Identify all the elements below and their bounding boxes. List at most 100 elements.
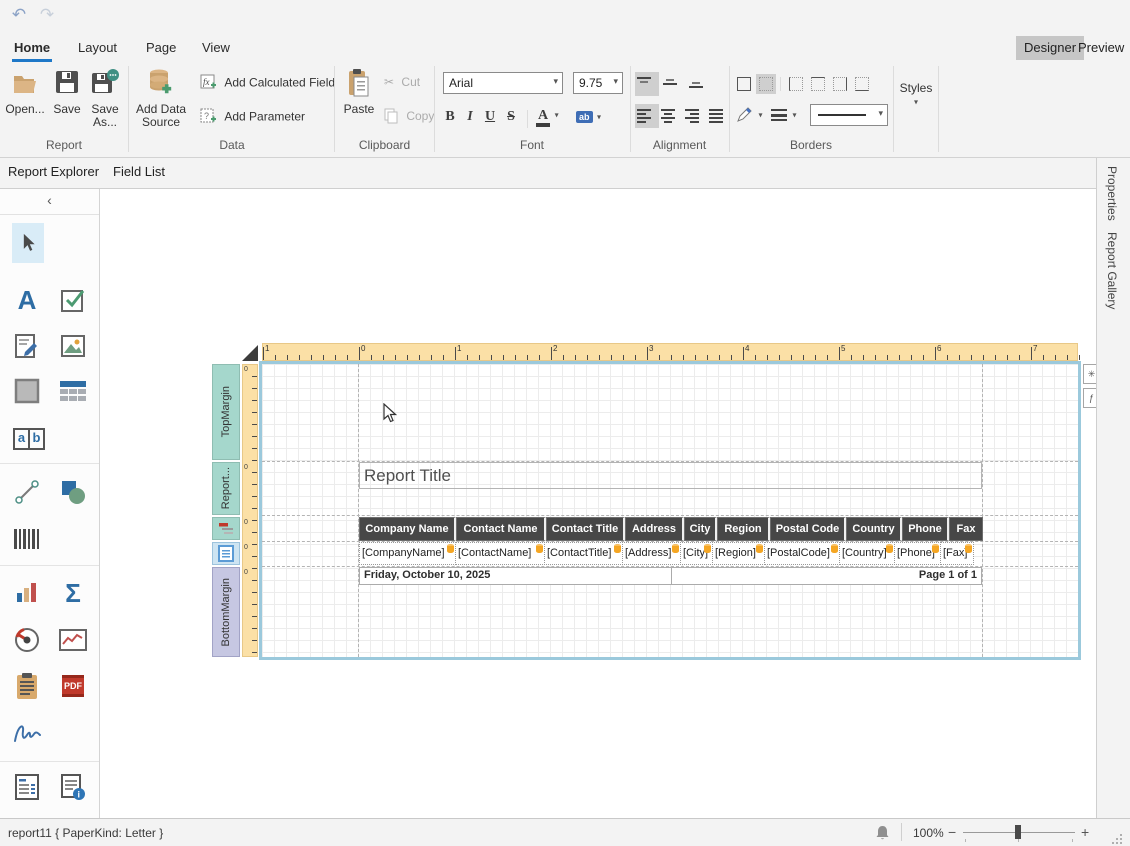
line-style-select[interactable]: ▾ [810,104,888,126]
border-none-button[interactable] [756,74,776,94]
open-button[interactable]: Open... [4,68,46,116]
tool-rich-text[interactable] [12,331,42,361]
align-justify-button[interactable] [707,104,731,128]
tool-table[interactable] [58,376,88,406]
table-header-cell[interactable]: Contact Name [456,517,546,541]
underline-button[interactable]: U [480,106,500,130]
table-detail-cell[interactable]: [CompanyName] [359,542,456,565]
tab-home[interactable]: Home [10,34,54,62]
highlight-color-button[interactable]: ab ▾ [576,108,601,126]
date-control[interactable]: Friday, October 10, 2025 [359,567,672,585]
resize-grip-icon[interactable] [1112,833,1123,844]
font-size-select[interactable]: 9.75 ▾ [573,72,623,94]
align-bottom-button[interactable] [687,72,711,96]
preview-view-button[interactable]: Preview [1070,36,1130,60]
tab-properties[interactable]: Properties [1105,166,1119,221]
toolbox-collapse-button[interactable]: ‹ [0,189,99,215]
tool-page-info[interactable]: i [58,772,88,802]
page-info-control[interactable]: Page 1 of 1 [671,567,982,585]
styles-button[interactable]: Styles ▾ [896,82,936,108]
border-color-button[interactable]: ▾ [736,106,762,124]
strikethrough-button[interactable]: S [502,106,520,130]
zoom-out-button[interactable]: − [948,824,956,840]
table-detail-cell[interactable]: [Fax] [940,542,974,565]
band-tab-bottom-margin[interactable]: BottomMargin [212,567,240,657]
redo-icon[interactable]: ↷ [36,4,58,26]
page-adorner-edit-button[interactable]: ƒ [1083,388,1096,408]
table-header-cell[interactable]: Phone [902,517,949,541]
tool-chart[interactable] [12,578,42,608]
band-tab-report-header[interactable]: Report... [212,462,240,515]
band-tab-detail[interactable] [212,542,240,565]
notifications-bell-icon[interactable] [875,825,890,841]
table-detail-cell[interactable]: [PostalCode] [764,542,840,565]
tab-layout[interactable]: Layout [74,34,121,62]
table-header-cell[interactable]: Contact Title [546,517,625,541]
border-box-button[interactable] [734,74,754,94]
table-detail-cell[interactable]: [Region] [712,542,765,565]
save-button[interactable]: Save [50,68,84,116]
align-right-button[interactable] [683,104,707,128]
border-bottom-button[interactable] [852,74,872,94]
add-calculated-field-button[interactable]: fx Add Calculated Field [200,74,335,96]
table-detail-cell[interactable]: [ContactName] [455,542,545,565]
tool-table-of-contents[interactable] [12,772,42,802]
align-center-button[interactable] [659,104,683,128]
table-header-cell[interactable]: Address [625,517,684,541]
bold-button[interactable]: B [440,106,460,130]
tool-pointer[interactable] [12,223,44,263]
table-detail-cell[interactable]: [Country] [839,542,895,565]
tab-field-list[interactable]: Field List [113,164,165,179]
tool-panel[interactable] [12,376,42,406]
tool-picture-box[interactable] [58,331,88,361]
table-detail-cell[interactable]: [ContactTitle] [544,542,623,565]
table-header-cell[interactable]: Postal Code [770,517,846,541]
tab-view[interactable]: View [198,34,234,62]
zoom-slider-handle[interactable] [1015,825,1021,839]
report-title-control[interactable]: Report Title [359,462,982,489]
font-family-select[interactable]: Arial ▾ [443,72,563,94]
table-detail-cell[interactable]: [Address] [622,542,681,565]
italic-button[interactable]: I [462,106,478,130]
table-header-cell[interactable]: Company Name [359,517,456,541]
font-color-button[interactable]: A ▾ [536,106,559,124]
tool-barcode[interactable] [12,524,42,554]
border-weight-button[interactable]: ▾ [770,106,796,124]
tool-pivot-grid[interactable]: Σ [58,578,88,608]
tool-sparkline[interactable] [58,625,88,655]
table-header-cell[interactable]: City [684,517,717,541]
align-top-button[interactable] [635,72,659,96]
design-surface[interactable]: 101234567 TopMargin Report... BottomMarg… [100,189,1096,818]
band-tab-top-margin[interactable]: TopMargin [212,364,240,460]
table-header-cell[interactable]: Country [846,517,902,541]
align-middle-button[interactable] [661,72,685,96]
tab-page[interactable]: Page [142,34,180,62]
tool-label[interactable]: A [12,285,42,315]
table-header-cell[interactable]: Region [717,517,770,541]
align-left-button[interactable] [635,104,659,128]
paste-button[interactable]: Paste [340,68,378,116]
table-header-cell[interactable]: Fax [949,517,983,541]
tool-character-comb[interactable]: a b [12,424,46,454]
add-parameter-button[interactable]: ? Add Parameter [200,108,305,130]
tool-checkbox[interactable] [58,285,88,315]
table-detail-cell[interactable]: [City] [680,542,713,565]
undo-icon[interactable]: ↶ [8,4,30,26]
border-left-button[interactable] [786,74,806,94]
tab-report-explorer[interactable]: Report Explorer [8,164,99,179]
band-tab-page-header[interactable] [212,517,240,540]
tool-gauge[interactable] [12,625,42,655]
page-adorner-scripts-button[interactable]: ✳ [1083,364,1096,384]
tab-report-gallery[interactable]: Report Gallery [1105,232,1119,309]
tool-line[interactable] [12,477,42,507]
cut-button[interactable]: ✂ Cut [384,74,420,96]
zoom-in-button[interactable]: + [1081,824,1089,840]
save-as-button[interactable]: Save As... [86,68,124,129]
tool-shape[interactable] [58,477,88,507]
tool-signature[interactable] [12,718,42,748]
table-detail-cell[interactable]: [Phone] [894,542,941,565]
copy-button[interactable]: Copy [384,108,434,130]
tool-page-break[interactable] [12,671,42,701]
add-data-source-button[interactable]: Add Data Source [133,68,189,129]
tool-pdf-content[interactable]: PDF [58,671,88,701]
